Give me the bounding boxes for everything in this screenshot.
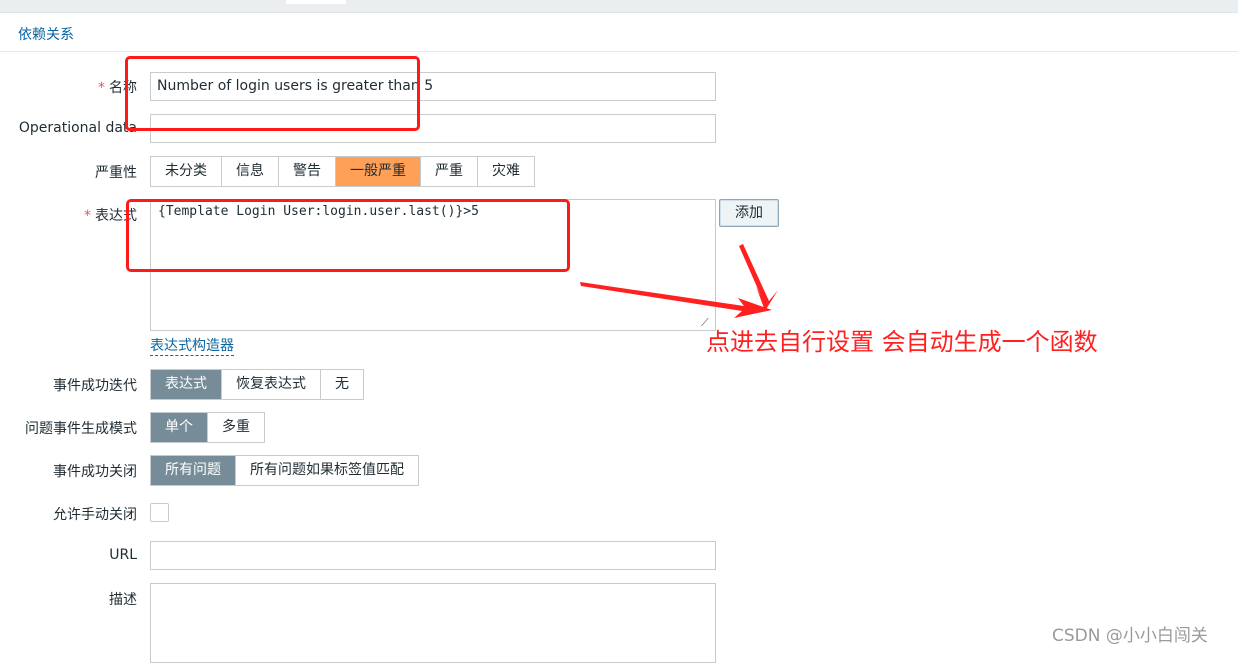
watermark: CSDN @小小白闯关	[1052, 626, 1208, 646]
arrow-from-expression	[580, 282, 772, 318]
annotation-text: 点进去自行设置 会自动生成一个函数	[706, 328, 1098, 356]
